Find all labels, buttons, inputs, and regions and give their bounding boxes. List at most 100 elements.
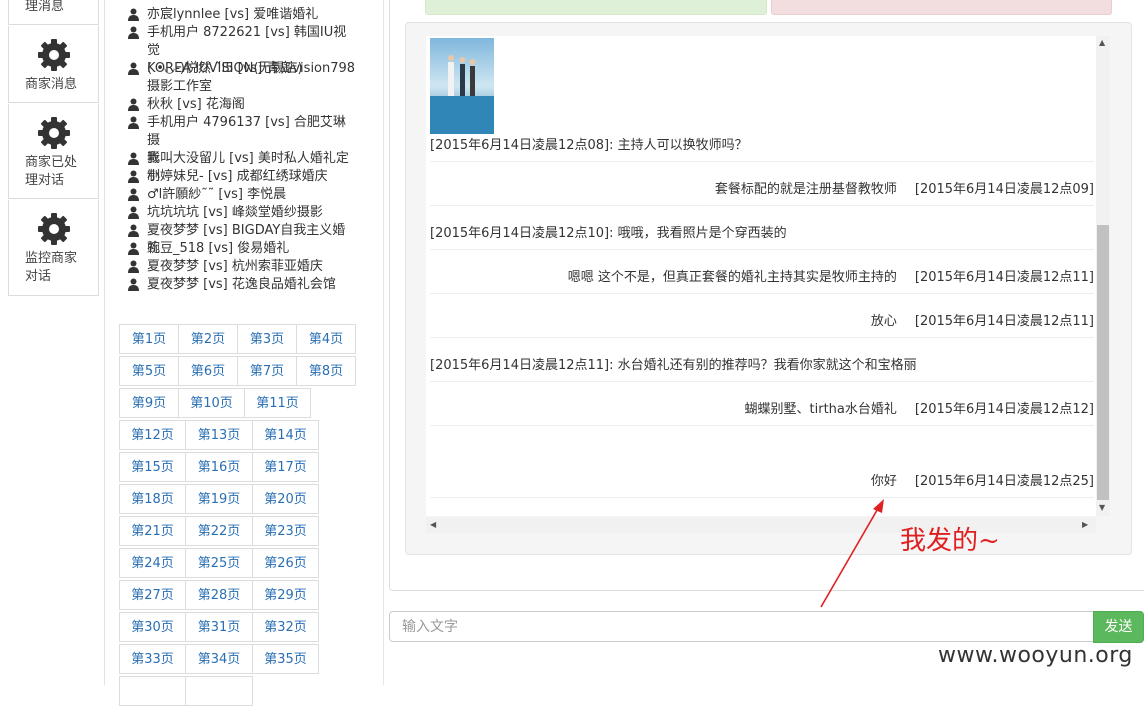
scrollbar-thumb[interactable] [1097, 225, 1109, 500]
send-button[interactable]: 发送 [1093, 611, 1144, 643]
page-link[interactable]: 第19页 [185, 484, 253, 514]
conversation-item[interactable]: ♂l許願紗˜˜ [vs] 李悦晨 [128, 186, 358, 204]
page-link[interactable]: 第15页 [119, 452, 186, 482]
page-link[interactable]: 第30页 [119, 612, 186, 642]
page-link[interactable]: 第3页 [237, 324, 297, 354]
watermark: www.wooyun.org [938, 643, 1133, 668]
page-link[interactable]: 第12页 [119, 420, 186, 450]
message-received: [2015年6月14日凌晨12点10]: 哦哦，我看照片是个穿西装的 [430, 225, 1094, 250]
page-link[interactable]: 第23页 [252, 516, 319, 546]
vertical-scrollbar[interactable]: ▲ ▼ [1096, 36, 1110, 516]
message-timestamp: [2015年6月14日凌晨12点11] [914, 314, 1094, 329]
scroll-down-icon[interactable]: ▼ [1099, 504, 1105, 512]
nav-item-label: 对话 [25, 269, 52, 284]
message-sent: 蝴蝶别墅、tirtha水台婚礼 [2015年6月14日凌晨12点12] [430, 401, 1094, 426]
page-link[interactable]: 第29页 [252, 580, 319, 610]
page-link[interactable]: 第14页 [252, 420, 319, 450]
nav-item-label: 理消息 [25, 0, 65, 14]
page-link[interactable] [119, 676, 186, 706]
message-received: [2015年6月14日凌晨12点11]: 水台婚礼还有别的推荐吗？我看你家就这个… [430, 357, 1094, 382]
message-text: 放心 [870, 314, 897, 329]
user-icon [128, 278, 139, 291]
page-link[interactable]: 第2页 [178, 324, 238, 354]
conversation-item[interactable]: 夏夜梦梦 [vs] 花逸良品婚礼会馆 [128, 276, 358, 294]
page-link[interactable]: 第1页 [119, 324, 179, 354]
user-icon [128, 260, 139, 273]
scroll-right-icon[interactable]: ▶ [1082, 521, 1088, 529]
page-link[interactable]: 第17页 [252, 452, 319, 482]
gear-icon [37, 39, 70, 71]
nav-item-merchant-processed[interactable]: 商家已处 理对话 [8, 104, 99, 199]
conversation-title: 夏夜梦梦 [vs] 杭州索菲亚婚庆 [147, 259, 323, 274]
annotation-text: 我发的~ [900, 526, 1000, 556]
nav-item-label: 理对话 [25, 173, 65, 188]
page-link[interactable]: 第5页 [119, 356, 179, 386]
message-list[interactable]: [2015年6月14日凌晨12点08]: 主持人可以换牧师吗？ 套餐标配的就是注… [426, 36, 1096, 516]
message-sent: 你好 [2015年6月14日凌晨12点25] [430, 473, 1094, 498]
nav-item-monitor-merchant[interactable]: 监控商家 对话 [8, 200, 99, 296]
nav-item-label: 商家消息 [25, 77, 78, 92]
page-link[interactable]: 第35页 [252, 644, 319, 674]
page-link[interactable]: 第20页 [252, 484, 319, 514]
page-link[interactable]: 第4页 [296, 324, 356, 354]
message-timestamp: [2015年6月14日凌晨12点11] [914, 270, 1094, 285]
page-link[interactable]: 第9页 [119, 388, 179, 418]
conversation-item[interactable]: ( •◡-)悦然 ˇl5 [vs] 青岛vision798 摄影工作室 [128, 60, 358, 96]
page-link[interactable]: 第32页 [252, 612, 319, 642]
page-link[interactable]: 第10页 [178, 388, 245, 418]
conversation-title: 秋秋 [vs] 花海阁 [147, 97, 245, 112]
conversation-title-cont: 摄影工作室 [147, 79, 213, 94]
message-text: 蝴蝶别墅、tirtha水台婚礼 [744, 402, 897, 417]
page-link[interactable]: 第28页 [185, 580, 253, 610]
page-link[interactable]: 第25页 [185, 548, 253, 578]
page-link[interactable]: 第16页 [185, 452, 253, 482]
user-icon [128, 26, 139, 39]
conversation-item[interactable]: 豌豆_518 [vs] 俊易婚礼 [128, 240, 358, 258]
conversation-list: 亦宸lynnlee [vs] 爱唯谐婚礼 手机用户 8722621 [vs] 韩… [104, 0, 383, 320]
conversation-title: 小婷妹兒- [vs] 成都红绣球婚庆 [147, 169, 328, 184]
page-link[interactable]: 第27页 [119, 580, 186, 610]
page-link[interactable]: 第21页 [119, 516, 186, 546]
page-link[interactable]: 第13页 [185, 420, 253, 450]
conversation-title: 夏夜梦梦 [vs] 花逸良品婚礼会馆 [147, 277, 336, 292]
nav-item-unprocessed[interactable]: 理消息 [8, 0, 99, 25]
message-sent: 嗯嗯 这个不是，但真正套餐的婚礼主持其实是牧师主持的 [2015年6月14日凌晨1… [430, 269, 1094, 294]
column-divider [383, 0, 384, 685]
page-link[interactable]: 第7页 [237, 356, 297, 386]
page-link[interactable]: 第8页 [296, 356, 356, 386]
left-nav: 理消息 商家消息 商家已处 理对话 监控商家 对话 [0, 0, 105, 685]
page-link[interactable] [185, 676, 253, 706]
page-link[interactable]: 第31页 [185, 612, 253, 642]
message-sent: 放心 [2015年6月14日凌晨12点11] [430, 313, 1094, 338]
accept-button[interactable] [425, 0, 767, 15]
page-link[interactable]: 第33页 [119, 644, 186, 674]
nav-item-label: 监控商家 [25, 251, 78, 266]
message-input[interactable] [389, 611, 1093, 642]
conversation-title: 豌豆_518 [vs] 俊易婚礼 [147, 241, 290, 256]
page-link[interactable]: 第6页 [178, 356, 238, 386]
page-link[interactable]: 第11页 [244, 388, 311, 418]
user-icon [128, 98, 139, 111]
conversation-title: ( •◡-)悦然 ˇl5 [vs] 青岛vision798 [147, 61, 356, 76]
conversation-title: 坑坑坑坑 [vs] 峰燚堂婚纱摄影 [147, 205, 323, 220]
conversation-item[interactable]: 夏夜梦梦 [vs] 杭州索菲亚婚庆 [128, 258, 358, 276]
user-icon [128, 152, 139, 165]
page-link[interactable]: 第34页 [185, 644, 253, 674]
shared-photo[interactable] [430, 38, 494, 134]
conversation-item[interactable]: 亦宸lynnlee [vs] 爱唯谐婚礼 [128, 6, 358, 24]
message-received: [2015年6月14日凌晨12点08]: 主持人可以换牧师吗？ [430, 137, 1094, 162]
page-link[interactable]: 第22页 [185, 516, 253, 546]
user-icon [128, 242, 139, 255]
page-link[interactable]: 第18页 [119, 484, 186, 514]
scroll-up-icon[interactable]: ▲ [1099, 39, 1105, 47]
scroll-left-icon[interactable]: ◀ [430, 521, 436, 529]
page-link[interactable]: 第24页 [119, 548, 186, 578]
conversation-item[interactable]: 秋秋 [vs] 花海阁 [128, 96, 358, 114]
conversation-item[interactable]: 小婷妹兒- [vs] 成都红绣球婚庆 [128, 168, 358, 186]
page-link[interactable]: 第26页 [252, 548, 319, 578]
nav-item-merchant-messages[interactable]: 商家消息 [8, 26, 99, 103]
reject-button[interactable] [771, 0, 1112, 15]
conversation-title: 手机用户 4796137 [vs] 合肥艾琳摄 [147, 115, 346, 148]
conversation-item[interactable]: 坑坑坑坑 [vs] 峰燚堂婚纱摄影 [128, 204, 358, 222]
annotation-arrow [820, 499, 884, 608]
